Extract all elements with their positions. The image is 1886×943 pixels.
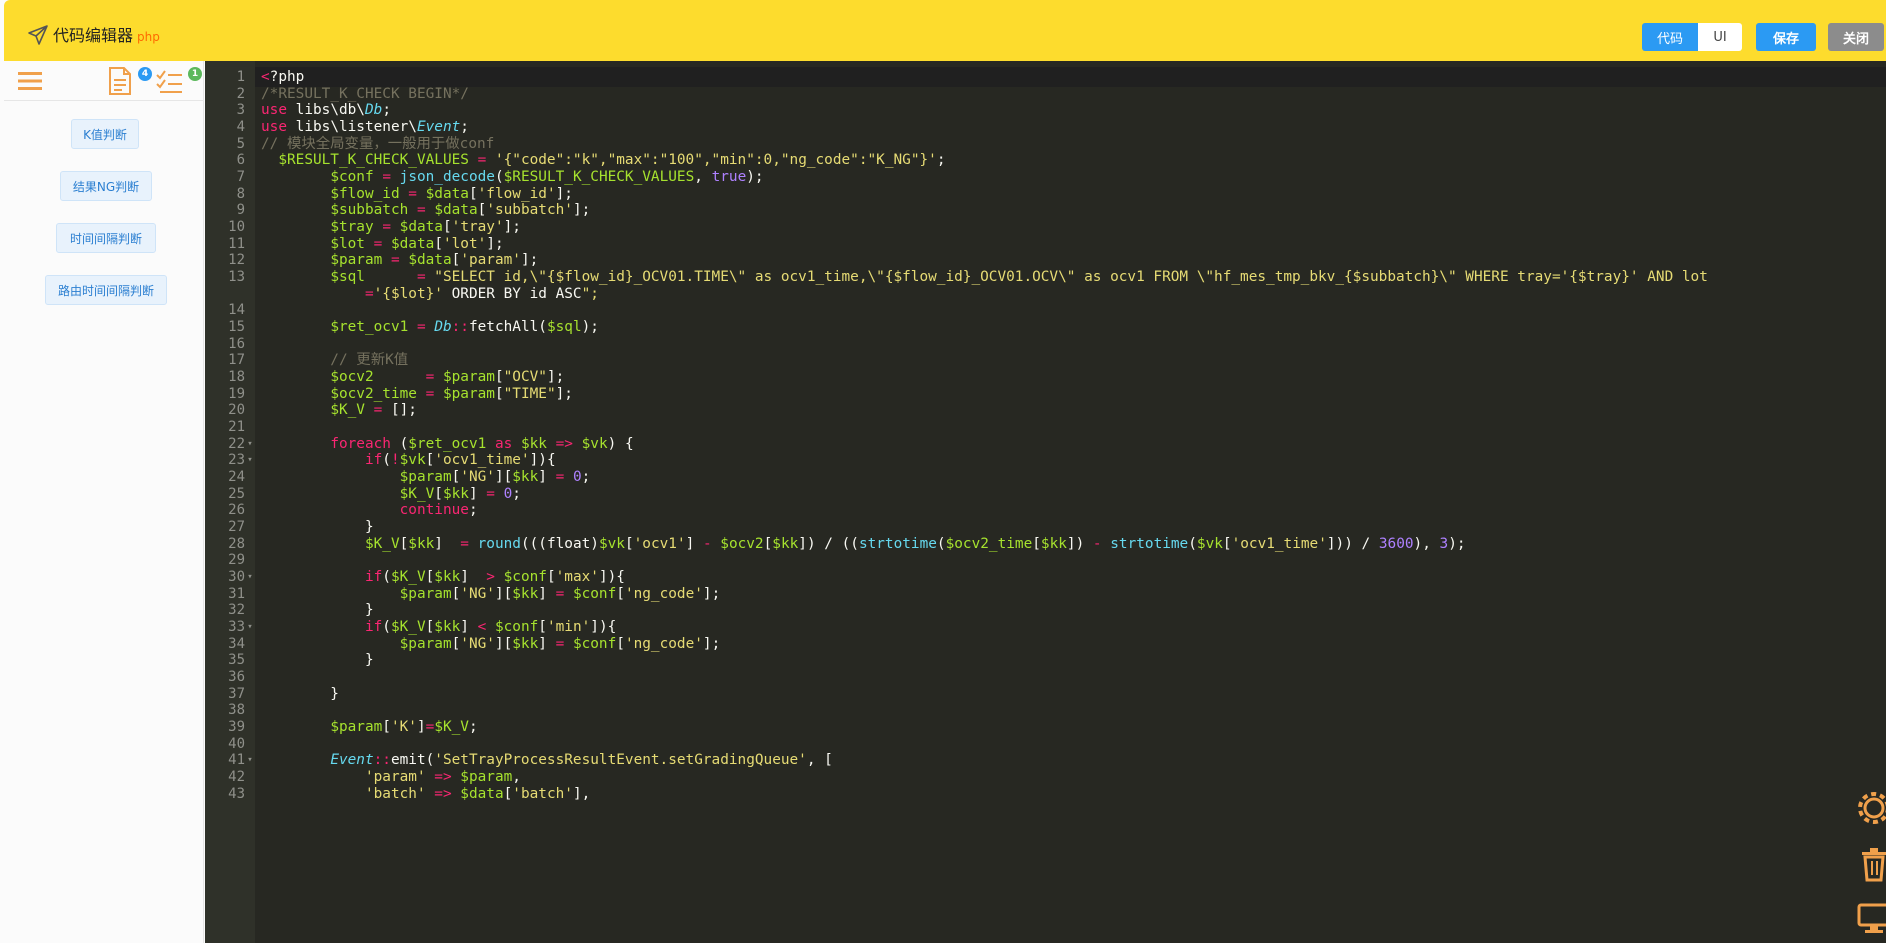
code-line[interactable]: 43 'batch' => $data['batch'], — [205, 784, 1886, 804]
rule-route-time-interval[interactable]: 路由时间间隔判断 — [45, 275, 167, 305]
app-subtitle: php — [137, 30, 160, 44]
view-toggle: 代码 UI — [1642, 23, 1742, 51]
rule-k-value[interactable]: K值判断 — [71, 119, 139, 149]
document-icon[interactable] — [108, 67, 132, 95]
check-count-badge: 1 — [188, 67, 202, 81]
checklist-icon[interactable] — [156, 69, 184, 95]
menu-icon[interactable] — [18, 71, 42, 91]
save-button[interactable]: 保存 — [1756, 23, 1816, 51]
app-title: 代码编辑器 — [53, 26, 134, 45]
settings-icon[interactable] — [1856, 790, 1886, 826]
document-count-badge: 4 — [138, 67, 152, 81]
monitor-icon[interactable] — [1856, 902, 1886, 938]
sidebar: 4 1 K值判断 结果NG判断 时间间隔判断 路由时间间隔判断 — [4, 61, 204, 943]
code-editor[interactable]: 1 <?php 2/*RESULT_K_CHECK BEGIN*/3 use libs… — [205, 61, 1886, 943]
rule-time-interval[interactable]: 时间间隔判断 — [56, 223, 156, 253]
close-button[interactable]: 关闭 — [1828, 23, 1884, 51]
ui-view-button[interactable]: UI — [1698, 23, 1742, 51]
app-logo: 代码编辑器 php — [26, 24, 160, 46]
code-view-button[interactable]: 代码 — [1642, 23, 1698, 51]
rule-result-ng[interactable]: 结果NG判断 — [60, 171, 152, 201]
code-text: 'batch' => $data['batch'], — [364, 785, 591, 802]
line-number: 43 — [228, 785, 245, 802]
send-icon — [28, 25, 48, 45]
sidebar-toolbar: 4 1 — [4, 61, 204, 101]
trash-icon[interactable] — [1856, 846, 1886, 882]
top-bar: 代码编辑器 php 代码 UI 保存 关闭 — [4, 0, 1886, 61]
